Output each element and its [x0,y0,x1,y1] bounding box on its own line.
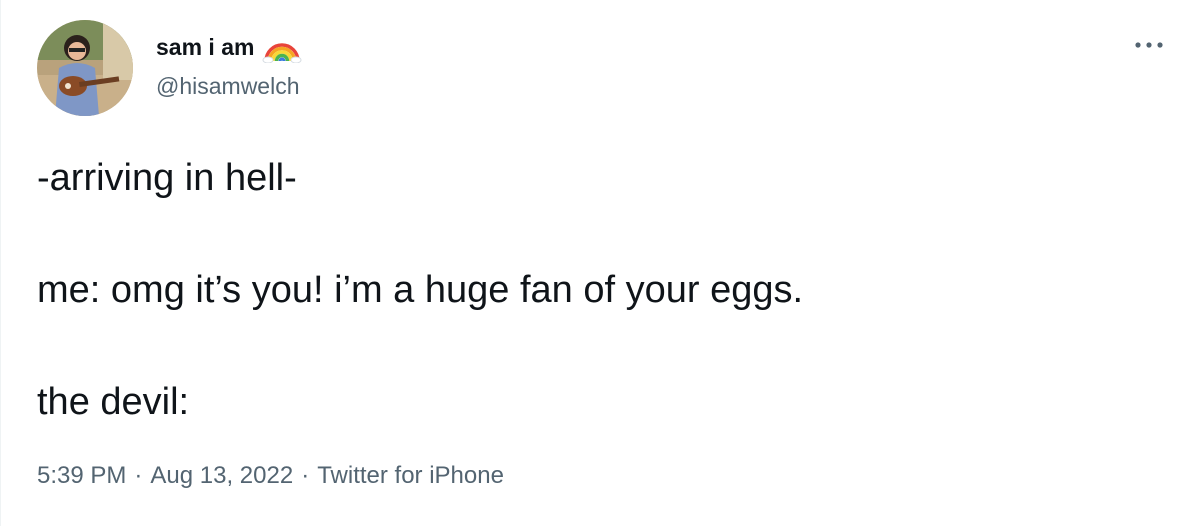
rainbow-icon [262,31,302,64]
tweet-text-line: -arriving in hell- [37,157,297,199]
avatar-photo [37,20,133,116]
avatar[interactable] [37,20,133,116]
author-handle[interactable]: @hisamwelch [156,73,300,100]
meta-separator: · [134,462,143,489]
meta-separator: · [301,462,310,489]
tweet-date[interactable]: Aug 13, 2022 [150,462,293,490]
more-options-button[interactable] [1129,30,1169,60]
more-dots-icon [1134,36,1164,54]
author-display-name[interactable]: sam i am [156,34,254,61]
tweet-source[interactable]: Twitter for iPhone [317,462,504,490]
tweet-meta: 5:39 PM · Aug 13, 2022 · Twitter for iPh… [37,462,504,490]
tweet-text-line: me: omg it’s you! i’m a huge fan of your… [37,269,804,311]
tweet-time[interactable]: 5:39 PM [37,462,126,490]
tweet-text-line: the devil: [37,381,190,423]
author-name-row: sam i am [156,31,302,64]
tweet-card: sam i am @hisamwelch -arriving in hell- … [0,0,1196,526]
